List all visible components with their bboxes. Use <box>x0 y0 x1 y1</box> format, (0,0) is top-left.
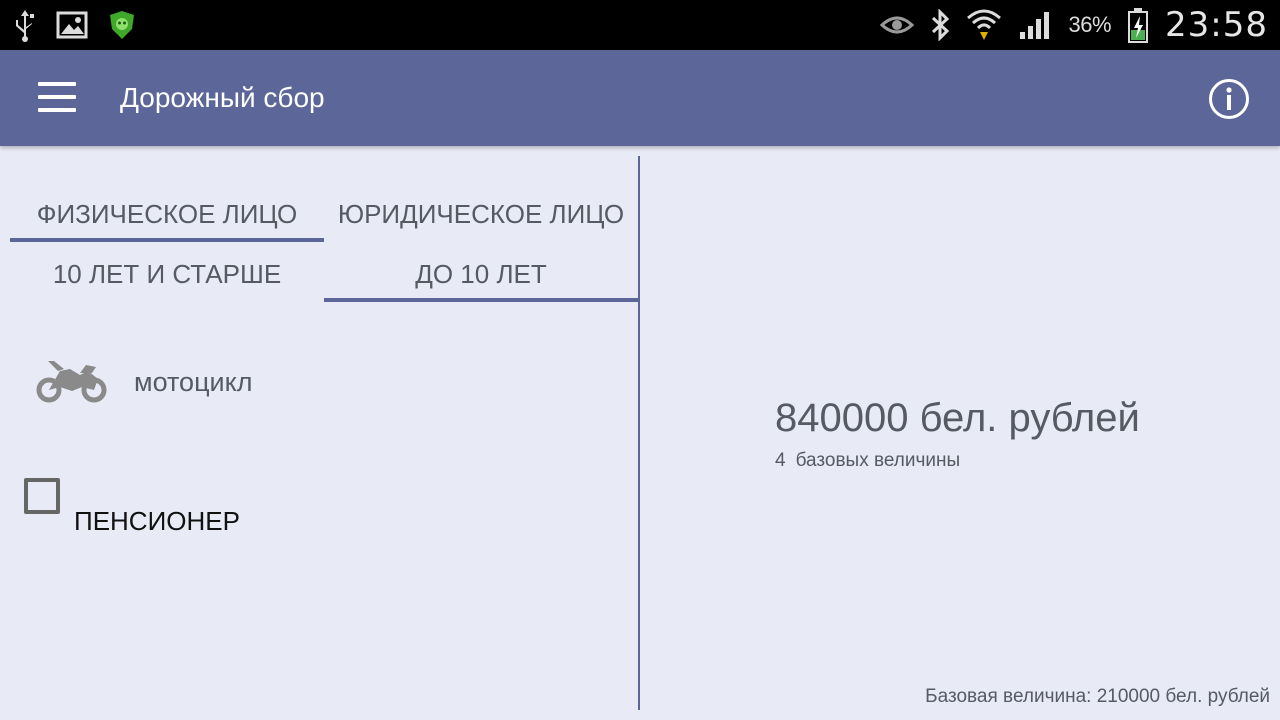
base-value-note: Базовая величина: 210000 бел. рублей <box>925 686 1270 707</box>
clock: 23:58 <box>1165 5 1268 45</box>
vehicle-selector[interactable]: мотоцикл <box>36 352 252 412</box>
battery-icon <box>1127 7 1149 43</box>
wifi-icon <box>966 8 1002 42</box>
base-units-text: 4 базовых величины <box>775 450 960 472</box>
result-pane: 840000 бел. рублей 4 базовых величины Баз… <box>640 146 1280 720</box>
eye-icon <box>880 13 915 37</box>
vehicle-age-tabs: 10 ЛЕТ И СТАРШЕ ДО 10 ЛЕТ <box>10 246 638 302</box>
tab-age-10-plus[interactable]: 10 ЛЕТ И СТАРШЕ <box>10 246 324 302</box>
base-units-count: 4 <box>775 450 786 471</box>
tab-legal-entity[interactable]: ЮРИДИЧЕСКОЕ ЛИЦО <box>324 186 638 242</box>
base-units-label: базовых величины <box>795 450 961 471</box>
info-icon[interactable] <box>1208 78 1250 120</box>
checkbox-box[interactable] <box>24 478 60 514</box>
owner-type-tabs: ФИЗИЧЕСКОЕ ЛИЦО ЮРИДИЧЕСКОЕ ЛИЦО <box>10 186 638 242</box>
tab-individual-label: ФИЗИЧЕСКОЕ ЛИЦО <box>36 198 298 229</box>
antivirus-icon <box>106 9 138 41</box>
gallery-icon <box>56 11 88 39</box>
signal-icon <box>1018 10 1052 40</box>
battery-percent: 36% <box>1068 12 1112 37</box>
app-title: Дорожный сбор <box>120 82 325 113</box>
options-pane: ФИЗИЧЕСКОЕ ЛИЦО ЮРИДИЧЕСКОЕ ЛИЦО 10 ЛЕТ … <box>0 146 638 720</box>
usb-icon <box>12 8 38 42</box>
tab-individual[interactable]: ФИЗИЧЕСКОЕ ЛИЦО <box>10 186 324 242</box>
vehicle-label: мотоцикл <box>134 366 253 397</box>
motorcycle-icon <box>36 357 108 408</box>
status-bar: 36% 23:58 <box>0 0 1280 50</box>
bluetooth-icon <box>930 9 950 41</box>
app-bar: Дорожный сбор <box>0 50 1280 146</box>
fee-amount: 840000 бел. рублей <box>775 396 1140 440</box>
tab-legal-entity-label: ЮРИДИЧЕСКОЕ ЛИЦО <box>337 198 625 229</box>
tab-age-under-10-label: ДО 10 ЛЕТ <box>415 258 547 289</box>
menu-icon[interactable] <box>38 82 76 112</box>
tab-age-10-plus-label: 10 ЛЕТ И СТАРШЕ <box>52 258 282 289</box>
pensioner-label: ПЕНСИОНЕР <box>74 506 240 536</box>
tab-age-under-10[interactable]: ДО 10 ЛЕТ <box>324 246 638 302</box>
